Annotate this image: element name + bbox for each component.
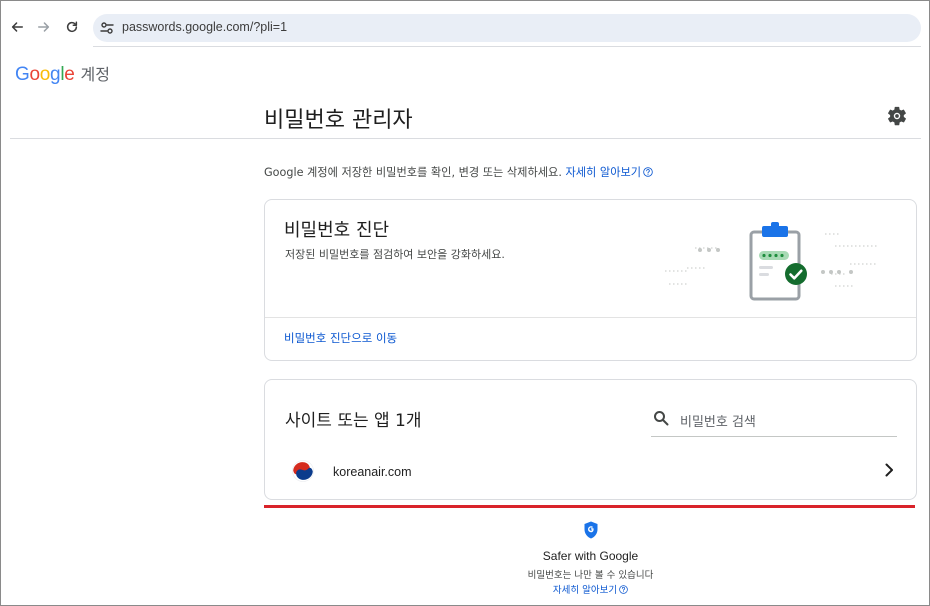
back-button[interactable] xyxy=(5,15,29,39)
address-bar[interactable]: passwords.google.com/?pli=1 xyxy=(93,14,921,42)
account-label: 계정 xyxy=(80,65,110,84)
checkup-subtitle: 저장된 비밀번호를 점검하여 보안을 강화하세요. xyxy=(285,248,505,261)
sites-count-title: 사이트 또는 앱 1개 xyxy=(285,411,422,431)
site-name: koreanair.com xyxy=(333,465,412,479)
logo-letter: o xyxy=(39,64,51,85)
arrow-right-icon xyxy=(38,22,50,32)
chevron-right-icon xyxy=(885,463,893,477)
card-divider xyxy=(265,317,916,318)
help-icon xyxy=(643,167,653,177)
arrow-left-icon xyxy=(11,22,23,32)
koreanair-logo-icon xyxy=(292,460,314,482)
learn-more-link[interactable]: 자세히 알아보기 xyxy=(565,166,653,179)
logo-letter: e xyxy=(64,64,75,85)
site-settings-icon[interactable] xyxy=(99,20,115,36)
logo-letter: G xyxy=(15,64,30,85)
settings-button[interactable] xyxy=(886,105,908,127)
site-row-koreanair[interactable]: koreanair.com xyxy=(265,450,916,494)
intro-text: Google 계정에 저장한 비밀번호를 확인, 변경 또는 삭제하세요. 자세… xyxy=(264,164,653,180)
reload-icon xyxy=(66,21,78,33)
footer-learn-more-label: 자세히 알아보기 xyxy=(552,585,618,596)
toolbar-divider xyxy=(93,46,921,47)
reload-button[interactable] xyxy=(60,15,84,39)
shield-icon xyxy=(584,521,597,539)
google-account-brand[interactable]: Google 계정 xyxy=(15,61,110,86)
learn-more-label: 자세히 알아보기 xyxy=(565,166,642,179)
go-to-checkup-link[interactable]: 비밀번호 진단으로 이동 xyxy=(284,330,397,346)
footer-learn-more-link[interactable]: 자세히 알아보기 xyxy=(264,582,917,596)
highlight-underline xyxy=(264,505,915,508)
footer-subtitle: 비밀번호는 나만 볼 수 있습니다 xyxy=(527,570,654,581)
password-search-input[interactable]: 비밀번호 검색 xyxy=(651,399,897,437)
logo-letter: o xyxy=(29,64,40,85)
browser-window: passwords.google.com/?pli=1 Google 계정 비밀… xyxy=(0,0,930,606)
google-logo: Google xyxy=(15,64,75,86)
checkup-title: 비밀번호 진단 xyxy=(284,220,390,241)
header-divider xyxy=(10,138,921,139)
url-text: passwords.google.com/?pli=1 xyxy=(122,20,288,34)
intro-description: Google 계정에 저장한 비밀번호를 확인, 변경 또는 삭제하세요. xyxy=(264,166,562,179)
saved-sites-card: 사이트 또는 앱 1개 비밀번호 검색 koreanair.com xyxy=(264,379,917,500)
gear-icon xyxy=(888,106,906,126)
checkup-illustration xyxy=(665,222,878,301)
help-icon xyxy=(619,585,628,594)
page-title: 비밀번호 관리자 xyxy=(264,108,413,133)
password-checkup-card: 비밀번호 진단 저장된 비밀번호를 점검하여 보안을 강화하세요. 비밀번호 진… xyxy=(264,199,917,361)
logo-letter: g xyxy=(50,64,61,85)
search-icon xyxy=(654,411,669,426)
footer-title: Safer with Google xyxy=(542,549,639,563)
forward-button[interactable] xyxy=(32,15,56,39)
safer-with-google-footer: Safer with Google 비밀번호는 나만 볼 수 있습니다 자세히 … xyxy=(264,521,917,596)
search-placeholder: 비밀번호 검색 xyxy=(680,415,756,430)
